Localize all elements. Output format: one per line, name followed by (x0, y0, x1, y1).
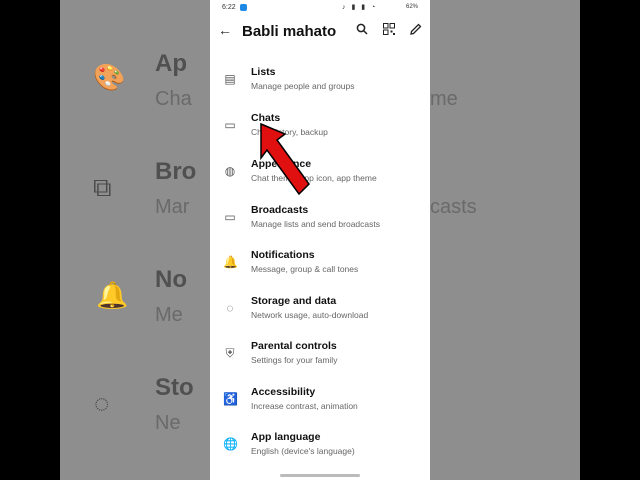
toolbar: ← Babli mahato (210, 16, 430, 50)
page-title: Babli mahato (242, 23, 337, 40)
broadcast-icon: ⧉ (93, 172, 112, 202)
settings-item-notifications[interactable]: 🔔 Notifications Message, group & call to… (210, 249, 430, 293)
item-title: Notifications (251, 249, 315, 261)
settings-item-appearance[interactable]: ◍ Appearance Chat theme, app icon, app t… (210, 158, 430, 202)
settings-item-accessibility[interactable]: ♿ Accessibility Increase contrast, anima… (210, 386, 430, 430)
red-arrow-icon (260, 122, 310, 196)
storage-icon: ◌ (226, 301, 234, 315)
item-subtitle: Message, group & call tones (251, 264, 359, 274)
bell-icon: 🔔 (223, 255, 238, 269)
palette-icon: 🎨 (93, 62, 126, 92)
gesture-nav-handle[interactable] (280, 474, 360, 477)
settings-item-parental-controls[interactable]: ⛨ Parental controls Settings for your fa… (210, 340, 430, 384)
item-subtitle: Manage people and groups (251, 81, 355, 91)
back-arrow-icon[interactable]: ← (218, 22, 232, 38)
item-title: Storage and data (251, 295, 337, 307)
item-subtitle: Manage lists and send broadcasts (251, 219, 380, 229)
bg-text: me (430, 88, 458, 110)
bg-text: casts (430, 196, 477, 218)
item-title: App language (251, 431, 321, 443)
settings-item-storage[interactable]: ◌ Storage and data Network usage, auto-d… (210, 295, 430, 339)
bg-text: Mar (155, 196, 190, 218)
accessibility-icon: ♿ (223, 392, 238, 406)
palette-icon: ◍ (224, 164, 236, 178)
bg-text: Bro (155, 158, 197, 185)
bg-text: No (155, 266, 187, 293)
item-subtitle: Network usage, auto-download (251, 310, 369, 320)
qr-code-icon[interactable] (383, 23, 395, 38)
item-title: Lists (251, 66, 276, 78)
signal-icon: ♪ ▮ ▮ ◔ (342, 4, 378, 11)
app-notification-icon (240, 4, 247, 11)
bg-text: Sto (155, 374, 194, 401)
settings-item-broadcasts[interactable]: ▭ Broadcasts Manage lists and send broad… (210, 204, 430, 248)
bg-text: Cha (155, 88, 192, 110)
settings-item-lists[interactable]: ▤ Lists Manage people and groups (210, 66, 430, 110)
edit-icon[interactable] (410, 23, 422, 38)
shield-icon: ⛨ (225, 346, 235, 360)
bell-icon: 🔔 (96, 280, 129, 310)
phone-screen: 6:22 ♪ ▮ ▮ ◔ 62% ← Babli mahato ▤ Lists … (210, 0, 430, 480)
item-subtitle: English (device's language) (251, 446, 355, 456)
status-bar: 6:22 ♪ ▮ ▮ ◔ 62% (210, 0, 430, 16)
item-subtitle: Settings for your family (251, 355, 338, 365)
background-left-panel: 🎨 Ap Cha ⧉ Bro Mar 🔔 No Me ◌ Sto Ne (60, 0, 210, 480)
storage-icon: ◌ (94, 388, 110, 418)
broadcast-icon: ▭ (224, 210, 236, 224)
item-title: Accessibility (251, 386, 316, 398)
chats-icon: ▭ (224, 118, 236, 132)
lists-icon: ▤ (224, 72, 236, 86)
settings-item-chats[interactable]: ▭ Chats Chat history, backup (210, 112, 430, 156)
status-time: 6:22 (222, 4, 236, 11)
battery-level: 62% (405, 4, 418, 10)
bg-text: Me (155, 304, 183, 326)
background-right-panel: me casts (430, 0, 580, 480)
settings-item-app-language[interactable]: 🌐 App language English (device's languag… (210, 431, 430, 475)
bg-text: Ap (155, 50, 187, 77)
item-title: Parental controls (251, 340, 337, 352)
item-title: Broadcasts (251, 204, 309, 216)
bg-text: Ne (155, 412, 181, 434)
search-icon[interactable] (356, 23, 368, 38)
globe-icon: 🌐 (223, 437, 238, 451)
item-subtitle: Increase contrast, animation (251, 401, 358, 411)
